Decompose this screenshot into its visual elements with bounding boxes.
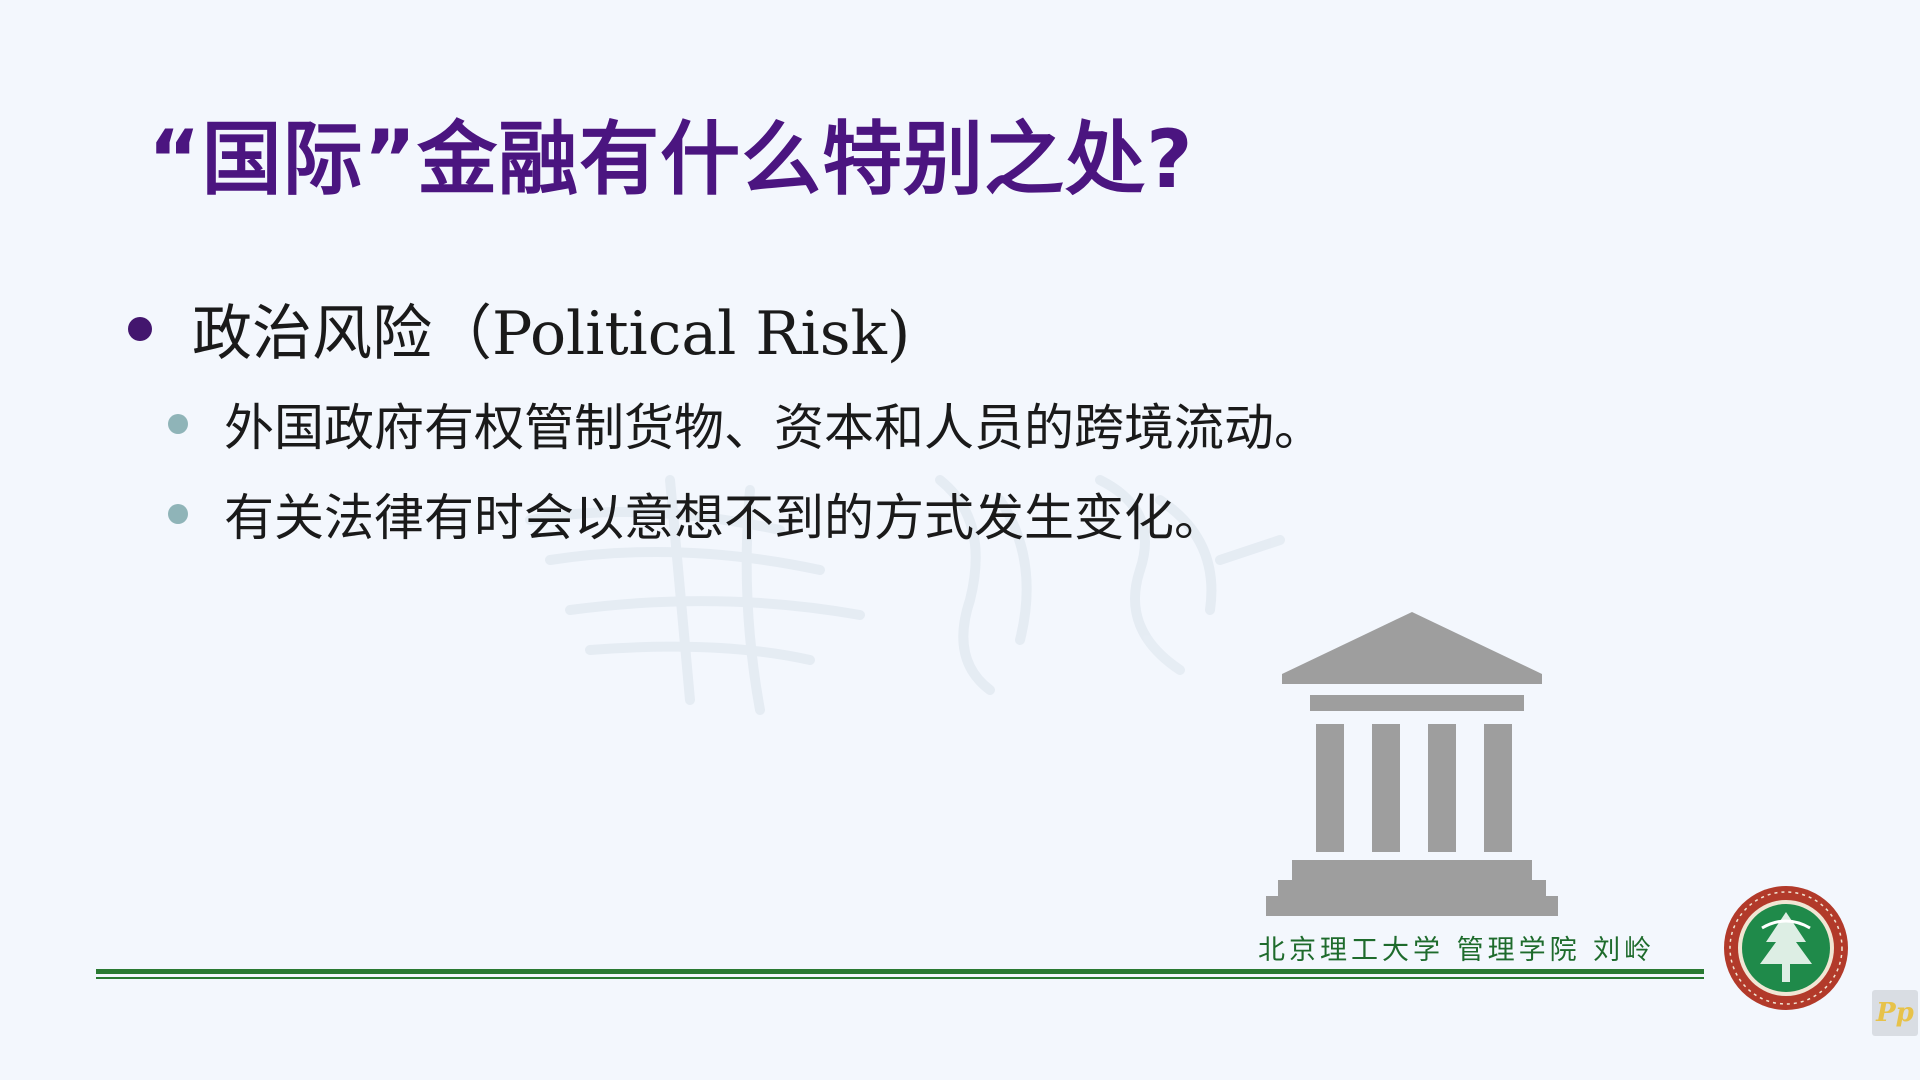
main-bullet: 政治风险（Political Risk) bbox=[128, 285, 910, 372]
sub-bullet-dot-icon bbox=[168, 504, 188, 524]
bullet-dot-icon bbox=[128, 316, 152, 341]
classical-building-icon bbox=[1266, 612, 1558, 916]
slide: “国际”金融有什么特别之处? 政治风险（Political Risk) 外国政府… bbox=[0, 0, 1920, 1080]
sub-bullet: 外国政府有权管制货物、资本和人员的跨境流动。 bbox=[168, 388, 1324, 460]
slide-title: “国际”金融有什么特别之处? bbox=[148, 113, 1194, 206]
footer-credit: 北京理工大学 管理学院 刘岭 bbox=[1258, 935, 1656, 966]
footer-divider bbox=[96, 969, 1704, 974]
footer-divider-thin bbox=[96, 977, 1704, 979]
main-bullet-text: 政治风险（Political Risk) bbox=[192, 299, 911, 369]
pp-overlay-icon[interactable]: Pp bbox=[1872, 990, 1918, 1036]
sub-bullet: 有关法律有时会以意想不到的方式发生变化。 bbox=[168, 478, 1224, 550]
sub-bullet-dot-icon bbox=[168, 414, 188, 434]
sub-bullet-text: 外国政府有权管制货物、资本和人员的跨境流动。 bbox=[224, 399, 1324, 457]
university-seal-logo bbox=[1724, 886, 1848, 1010]
sub-bullet-text: 有关法律有时会以意想不到的方式发生变化。 bbox=[224, 489, 1224, 547]
